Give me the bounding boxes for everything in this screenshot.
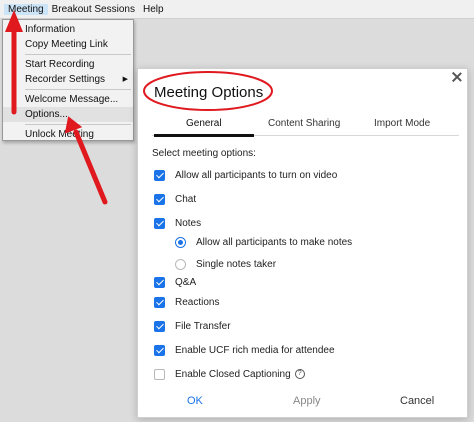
meeting-dropdown-menu: Information Copy Meeting Link Start Reco… [2,19,134,141]
checkbox-checked-icon[interactable] [154,193,165,205]
submenu-arrow-icon: ▶ [122,76,128,83]
option-reactions[interactable]: Reactions [154,294,219,310]
active-tab-indicator [154,134,254,137]
checkbox-checked-icon[interactable] [154,276,165,288]
radio-unselected-icon[interactable] [175,258,186,270]
checkbox-checked-icon[interactable] [154,320,165,332]
option-label: Notes [175,217,202,229]
menu-item-label: Recorder Settings [25,74,106,85]
option-ucf-rich-media[interactable]: Enable UCF rich media for attendee [154,342,335,358]
option-qa[interactable]: Q&A [154,274,196,290]
tab-import-mode[interactable]: Import Mode [374,118,430,129]
menu-separator [25,54,131,55]
option-label: Allow all participants to make notes [196,236,353,248]
option-label: Chat [175,193,197,205]
option-label: File Transfer [175,320,231,332]
option-all-make-notes[interactable]: Allow all participants to make notes [175,234,352,250]
ok-button[interactable]: OK [187,395,203,407]
menu-separator [25,89,131,90]
checkbox-unchecked-icon[interactable] [154,368,165,380]
option-closed-captioning[interactable]: Enable Closed Captioning ? [154,366,305,382]
option-label: Allow all participants to turn on video [175,169,338,181]
menu-breakout-sessions[interactable]: Breakout Sessions [48,4,139,15]
menu-item-recorder-settings[interactable]: Recorder Settings ▶ [3,72,133,87]
menu-help[interactable]: Help [139,4,168,15]
menu-separator [25,124,131,125]
menu-item-unlock-meeting[interactable]: Unlock Meeting [3,127,133,142]
tab-general[interactable]: General [186,118,222,129]
tab-bar: General Content Sharing Import Mode [152,118,459,137]
option-participants-video[interactable]: Allow all participants to turn on video [154,167,337,183]
menu-meeting[interactable]: Meeting [4,3,48,15]
apply-button[interactable]: Apply [293,395,321,407]
menu-item-copy-meeting-link[interactable]: Copy Meeting Link [3,37,133,52]
menu-item-start-recording[interactable]: Start Recording [3,57,133,72]
radio-selected-icon[interactable] [175,236,186,248]
dialog-title: Meeting Options [154,84,264,101]
meeting-options-dialog: Meeting Options General Content Sharing … [137,68,468,418]
menu-item-options[interactable]: Options... [3,107,133,122]
checkbox-checked-icon[interactable] [154,296,165,308]
option-label: Q&A [175,276,197,288]
close-icon[interactable] [451,71,463,83]
option-label: Enable UCF rich media for attendee [175,344,335,356]
menu-bar: Meeting Breakout Sessions Help [0,0,474,19]
option-file-transfer[interactable]: File Transfer [154,318,231,334]
tab-content-sharing[interactable]: Content Sharing [268,118,340,129]
option-notes[interactable]: Notes [154,215,201,231]
help-icon[interactable]: ? [294,369,305,379]
option-label: Reactions [175,296,220,308]
checkbox-checked-icon[interactable] [154,169,165,181]
option-single-notes-taker[interactable]: Single notes taker [175,256,276,272]
checkbox-checked-icon[interactable] [154,217,165,229]
option-label: Enable Closed Captioning [175,368,291,380]
section-label: Select meeting options: [152,148,256,159]
menu-item-welcome-message[interactable]: Welcome Message... [3,92,133,107]
menu-item-information[interactable]: Information [3,22,133,37]
option-label: Single notes taker [196,258,277,270]
cancel-button[interactable]: Cancel [400,395,434,407]
checkbox-checked-icon[interactable] [154,344,165,356]
option-chat[interactable]: Chat [154,191,196,207]
